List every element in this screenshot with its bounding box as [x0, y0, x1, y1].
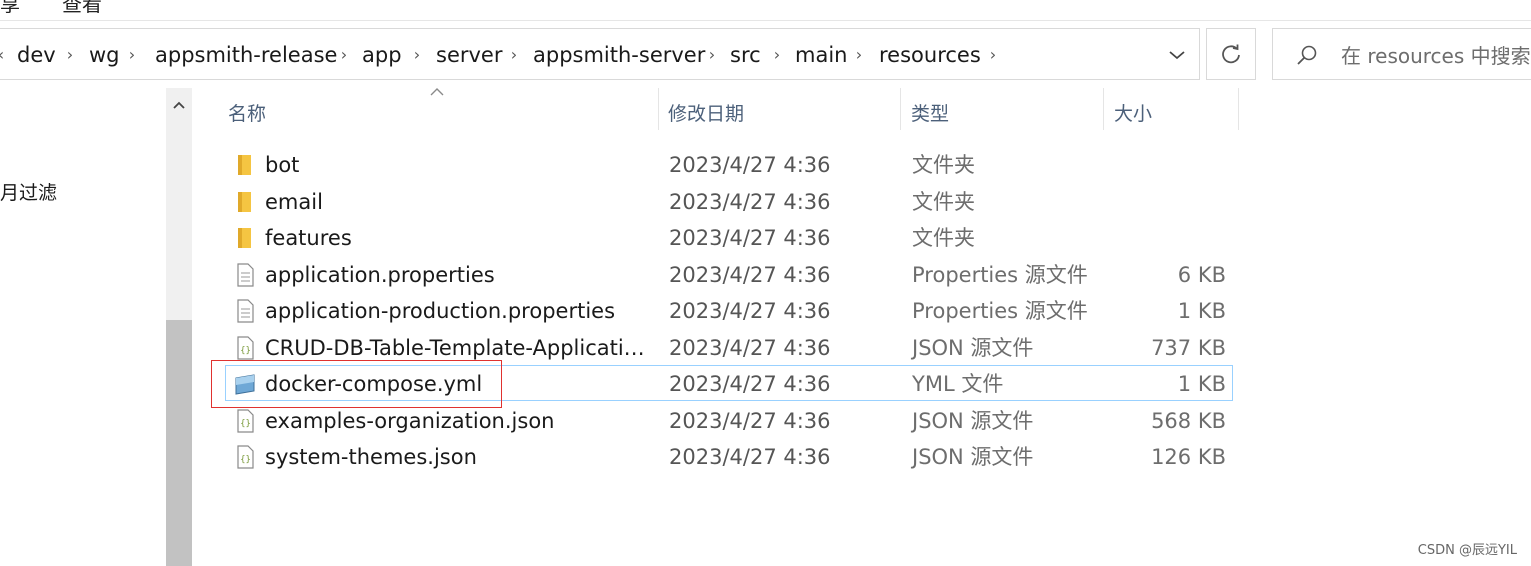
- breadcrumb-main[interactable]: main: [795, 40, 847, 70]
- file-modified-date: 2023/4/27 4:36: [669, 189, 831, 214]
- file-modified-date: 2023/4/27 4:36: [669, 445, 831, 469]
- column-header-date[interactable]: 修改日期: [668, 94, 744, 134]
- column-header-size[interactable]: 大小: [1114, 94, 1152, 134]
- file-modified-date: 2023/4/27 4:36: [669, 153, 831, 177]
- search-icon: [1297, 45, 1317, 65]
- sort-ascending-icon: [430, 88, 444, 96]
- file-size: 1 KB: [1177, 372, 1226, 396]
- file-size: 737 KB: [1151, 335, 1226, 360]
- address-history-dropdown[interactable]: [1160, 40, 1194, 70]
- chevron-right-icon[interactable]: ›: [852, 40, 866, 70]
- chevron-right-icon[interactable]: ›: [507, 40, 521, 70]
- json-file-icon: {}: [234, 445, 256, 469]
- file-type: YML 文件: [912, 372, 1004, 396]
- folder-icon: [234, 153, 256, 177]
- chevron-up-icon: [173, 101, 185, 109]
- nav-scrollbar-thumb[interactable]: [166, 320, 192, 566]
- file-row[interactable]: application-production.properties 2023/4/…: [225, 292, 1233, 328]
- file-size: 568 KB: [1151, 408, 1226, 433]
- breadcrumb-wg[interactable]: wg: [89, 40, 120, 70]
- file-size: 1 KB: [1177, 299, 1226, 323]
- file-name: system-themes.json: [265, 445, 477, 469]
- file-name: bot: [265, 153, 300, 177]
- breadcrumb-src[interactable]: src: [730, 40, 761, 70]
- file-type: 文件夹: [912, 226, 975, 250]
- document-icon: [234, 299, 256, 323]
- folder-icon: [234, 190, 256, 214]
- column-header-name[interactable]: 名称: [228, 94, 266, 134]
- column-header-type[interactable]: 类型: [911, 94, 949, 134]
- watermark: CSDN @辰远YIL: [1417, 543, 1517, 558]
- chevron-right-icon[interactable]: ›: [125, 40, 139, 70]
- refresh-button[interactable]: [1206, 28, 1256, 80]
- file-type: JSON 源文件: [912, 335, 1034, 360]
- breadcrumb-server[interactable]: server: [436, 40, 502, 70]
- document-icon: [234, 262, 256, 287]
- svg-text:{}: {}: [240, 455, 251, 465]
- file-name: email: [265, 189, 323, 214]
- search-input[interactable]: 在 resources 中搜索: [1272, 28, 1531, 80]
- column-divider[interactable]: [900, 88, 901, 130]
- file-modified-date: 2023/4/27 4:36: [669, 262, 831, 287]
- file-type: 文件夹: [912, 189, 975, 214]
- ribbon-tab-share[interactable]: 享: [0, 0, 20, 16]
- chevron-left-icon[interactable]: ‹: [0, 40, 8, 70]
- file-row[interactable]: application.properties 2023/4/27 4:36 Prop…: [225, 256, 1233, 292]
- file-name: features: [265, 226, 352, 250]
- file-row[interactable]: bot 2023/4/27 4:36 文件夹: [225, 146, 1233, 182]
- folder-icon: [234, 226, 256, 250]
- file-modified-date: 2023/4/27 4:36: [669, 408, 831, 433]
- file-modified-date: 2023/4/27 4:36: [669, 299, 831, 323]
- breadcrumb-appsmith-release[interactable]: appsmith-release: [155, 40, 337, 70]
- column-divider[interactable]: [658, 88, 659, 130]
- file-row[interactable]: features 2023/4/27 4:36 文件夹: [225, 219, 1233, 255]
- file-name: application.properties: [265, 262, 495, 287]
- file-size: 6 KB: [1177, 262, 1226, 287]
- breadcrumb-appsmith-server[interactable]: appsmith-server: [533, 40, 705, 70]
- file-name: application-production.properties: [265, 299, 616, 323]
- chevron-right-icon[interactable]: ›: [63, 40, 77, 70]
- scroll-up-button[interactable]: [166, 88, 192, 122]
- ribbon-divider: [0, 20, 1531, 21]
- breadcrumb-resources[interactable]: resources: [879, 40, 981, 70]
- refresh-icon: [1222, 44, 1240, 64]
- chevron-right-icon[interactable]: ›: [705, 40, 719, 70]
- highlight-annotation: [211, 360, 502, 408]
- column-divider[interactable]: [1103, 88, 1104, 130]
- file-modified-date: 2023/4/27 4:36: [669, 372, 831, 396]
- chevron-down-icon: [1169, 51, 1185, 60]
- file-type: Properties 源文件: [912, 299, 1088, 323]
- file-row[interactable]: {} system-themes.json 2023/4/27 4:36 JSON 源…: [225, 438, 1233, 474]
- file-type: JSON 源文件: [912, 408, 1034, 433]
- search-placeholder: 在 resources 中搜索: [1341, 44, 1531, 68]
- nav-pane-item[interactable]: 月过滤: [0, 178, 57, 205]
- column-divider[interactable]: [1238, 88, 1239, 130]
- breadcrumb-app[interactable]: app: [362, 40, 402, 70]
- chevron-right-icon[interactable]: ›: [770, 40, 784, 70]
- file-row[interactable]: email 2023/4/27 4:36 文件夹: [225, 183, 1233, 219]
- svg-text:{}: {}: [240, 346, 251, 356]
- file-type: 文件夹: [912, 153, 975, 177]
- json-file-icon: {}: [234, 408, 256, 433]
- svg-text:{}: {}: [240, 419, 251, 429]
- ribbon-tab-view[interactable]: 查看: [62, 0, 102, 16]
- file-type: JSON 源文件: [912, 445, 1034, 469]
- file-modified-date: 2023/4/27 4:36: [669, 226, 831, 250]
- file-type: Properties 源文件: [912, 262, 1088, 287]
- chevron-right-icon[interactable]: ›: [337, 40, 351, 70]
- json-file-icon: {}: [234, 335, 256, 360]
- file-explorer-window: 享 查看 ‹ dev › wg › appsmith-release › app…: [0, 0, 1531, 566]
- file-size: 126 KB: [1151, 445, 1226, 469]
- chevron-right-icon[interactable]: ›: [986, 40, 1000, 70]
- file-modified-date: 2023/4/27 4:36: [669, 335, 831, 360]
- breadcrumb-dev[interactable]: dev: [17, 40, 56, 70]
- chevron-right-icon[interactable]: ›: [410, 40, 424, 70]
